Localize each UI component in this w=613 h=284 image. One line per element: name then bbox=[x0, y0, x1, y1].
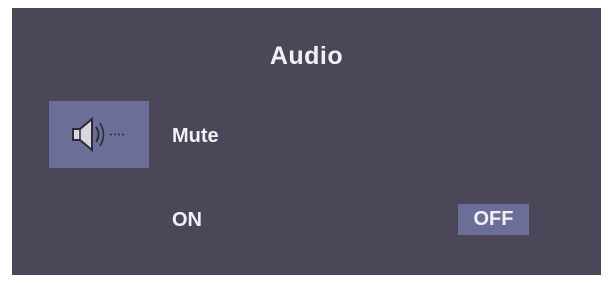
speaker-icon bbox=[72, 116, 124, 153]
panel-title: Audio bbox=[269, 42, 344, 70]
mute-off-option[interactable]: OFF bbox=[458, 204, 529, 235]
mute-label: Mute bbox=[172, 125, 219, 147]
mute-menu-item-icon-box[interactable] bbox=[49, 101, 149, 168]
osd-audio-panel: Audio Mute ON OFF bbox=[12, 8, 601, 275]
mute-on-option[interactable]: ON bbox=[172, 209, 202, 232]
